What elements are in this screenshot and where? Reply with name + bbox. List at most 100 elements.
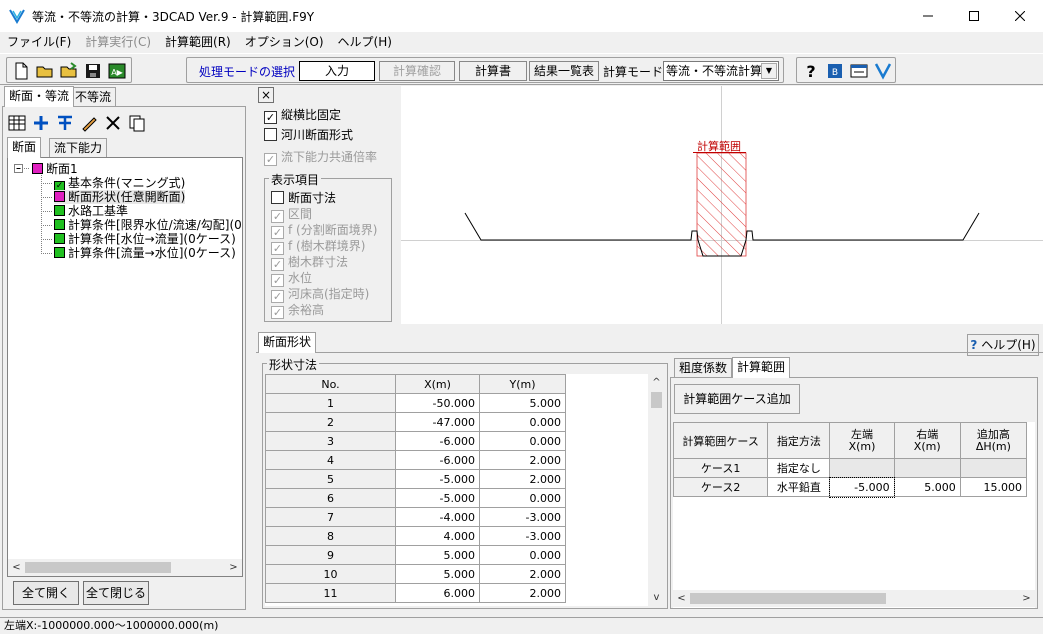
table-icon[interactable] [7,113,27,133]
y-value-cell[interactable]: 2.000 [479,583,566,603]
tab-nonuniform[interactable]: 不等流 [70,87,117,107]
x-value-cell[interactable]: -5.000 [395,469,480,489]
table-row[interactable]: 10 5.000 2.000 [265,564,566,584]
menu-file[interactable]: ファイル(F) [0,32,78,52]
scroll-right-icon[interactable]: > [225,559,242,576]
table-row[interactable]: 9 5.000 0.000 [265,545,566,565]
x-value-cell[interactable]: -5.000 [395,488,480,508]
tree-item-basic-conditions[interactable]: ✓ 基本条件(マニング式) [54,176,185,192]
y-value-cell[interactable]: 2.000 [479,469,566,489]
scroll-left-icon[interactable]: < [8,559,25,576]
x-value-cell[interactable]: -6.000 [395,450,480,470]
minimize-button[interactable] [905,0,951,32]
tree-item-calc-critical[interactable]: 計算条件[限界水位/流速/勾配](0 [54,218,242,232]
table-row[interactable]: 5 -5.000 2.000 [265,469,566,489]
x-value-cell[interactable]: 5.000 [395,545,480,565]
y-value-cell[interactable]: 0.000 [479,431,566,451]
input-mode-button[interactable]: 入力 [299,61,375,81]
x-value-cell[interactable]: 4.000 [395,526,480,546]
scroll-thumb[interactable] [651,392,662,408]
left-x-cell[interactable] [829,458,895,478]
f-split-boundary-checkbox[interactable]: ✓ f (分割断面境界) [271,223,377,239]
menu-calc-run[interactable]: 計算実行(C) [78,32,158,52]
calc-mode-select[interactable]: 等流・不等流計算 ▼ [663,61,779,81]
table-row[interactable]: ケース2 水平鉛直 -5.000 5.000 15.000 [673,476,1028,498]
menu-help[interactable]: ヘルプ(H) [331,32,399,52]
tree-item-channel-standard[interactable]: 水路工基準 [54,204,128,218]
common-ratio-checkbox[interactable]: ✓ 流下能力共通倍率 [264,150,377,166]
table-row[interactable]: 6 -5.000 0.000 [265,488,566,508]
table-row[interactable]: 4 -6.000 2.000 [265,450,566,470]
window-icon[interactable] [849,61,869,81]
insert-icon[interactable] [55,113,75,133]
y-value-cell[interactable]: 5.000 [479,393,566,413]
add-range-case-button[interactable]: 計算範囲ケース追加 [674,384,800,414]
river-shape-checkbox[interactable]: 河川断面形式 [264,128,353,142]
tree-item-section-shape[interactable]: 断面形状(任意開断面) [54,190,186,204]
menu-options[interactable]: オプション(O) [238,32,331,52]
maximize-button[interactable] [951,0,997,32]
tree-item-calc-level-to-flow[interactable]: 計算条件[水位→流量](0ケース) [54,232,236,246]
delete-icon[interactable] [103,113,123,133]
table-row[interactable]: 1 -50.000 5.000 [265,393,566,413]
copy-icon[interactable] [127,113,147,133]
result-list-button[interactable]: 結果一覧表 [529,61,599,81]
app-version-icon[interactable] [873,61,893,81]
right-x-cell[interactable]: 5.000 [893,477,961,497]
shape-vscrollbar[interactable]: ^ v [648,374,665,606]
tab-roughness[interactable]: 粗度係数 [674,358,733,378]
add-height-cell[interactable]: 15.000 [959,477,1028,497]
left-x-cell[interactable]: -5.000 [828,476,896,498]
y-value-cell[interactable]: 2.000 [479,450,566,470]
interval-checkbox[interactable]: ✓ 区間 [271,207,312,223]
table-row[interactable]: 7 -4.000 -3.000 [265,507,566,527]
table-row[interactable]: 3 -6.000 0.000 [265,431,566,451]
tree-hscrollbar[interactable]: < > [8,559,242,576]
x-value-cell[interactable]: -47.000 [395,412,480,432]
y-value-cell[interactable]: 0.000 [479,488,566,508]
scroll-thumb[interactable] [25,562,171,573]
table-row[interactable]: ケース1 指定なし [673,458,1028,478]
help-question-icon[interactable]: ? [801,61,821,81]
new-file-icon[interactable] [11,61,31,81]
f-tree-boundary-checkbox[interactable]: ✓ f (樹木群境界) [271,239,365,255]
add-icon[interactable] [31,113,51,133]
tree-item-calc-flow-to-level[interactable]: 計算条件[流量→水位](0ケース) [54,246,236,260]
open-recent-icon[interactable] [59,61,79,81]
x-value-cell[interactable]: -4.000 [395,507,480,527]
table-row[interactable]: 8 4.000 -3.000 [265,526,566,546]
x-value-cell[interactable]: 6.000 [395,583,480,603]
expand-all-button[interactable]: 全て開く [13,581,79,605]
y-value-cell[interactable]: 0.000 [479,545,566,565]
add-height-cell[interactable] [959,458,1028,478]
save-icon[interactable] [83,61,103,81]
close-window-button[interactable] [997,0,1043,32]
tab-section-shape[interactable]: 断面形状 [258,332,317,353]
report-button[interactable]: 計算書 [459,61,527,81]
tree-root-section1[interactable]: 断面1 [32,162,78,176]
y-value-cell[interactable]: 2.000 [479,564,566,584]
y-value-cell[interactable]: 0.000 [479,412,566,432]
x-value-cell[interactable]: -6.000 [395,431,480,451]
tab-section-uniform[interactable]: 断面・等流 [4,86,75,107]
collapse-all-button[interactable]: 全て閉じる [83,581,149,605]
export-icon[interactable]: A▶ [107,61,127,81]
y-value-cell[interactable]: -3.000 [479,507,566,527]
scroll-thumb[interactable] [690,593,886,604]
table-row[interactable]: 11 6.000 2.000 [265,583,566,603]
section-dimension-checkbox[interactable]: 断面寸法 [271,191,336,205]
scroll-left-icon[interactable]: < [673,590,690,607]
scroll-up-icon[interactable]: ^ [648,374,665,391]
x-value-cell[interactable]: 5.000 [395,564,480,584]
scroll-right-icon[interactable]: > [1018,590,1035,607]
x-value-cell[interactable]: -50.000 [395,393,480,413]
case-hscrollbar[interactable]: < > [673,590,1035,607]
freeboard-checkbox[interactable]: ✓ 余裕高 [271,303,324,319]
manual-book-icon[interactable]: B [825,61,845,81]
riverbed-height-checkbox[interactable]: ✓ 河床高(指定時) [271,287,369,303]
water-level-checkbox[interactable]: ✓ 水位 [271,271,312,287]
fix-aspect-checkbox[interactable]: ✓ 縦横比固定 [264,108,341,124]
close-options-button[interactable]: × [258,87,274,103]
tab-calc-range[interactable]: 計算範囲 [732,357,791,378]
y-value-cell[interactable]: -3.000 [479,526,566,546]
